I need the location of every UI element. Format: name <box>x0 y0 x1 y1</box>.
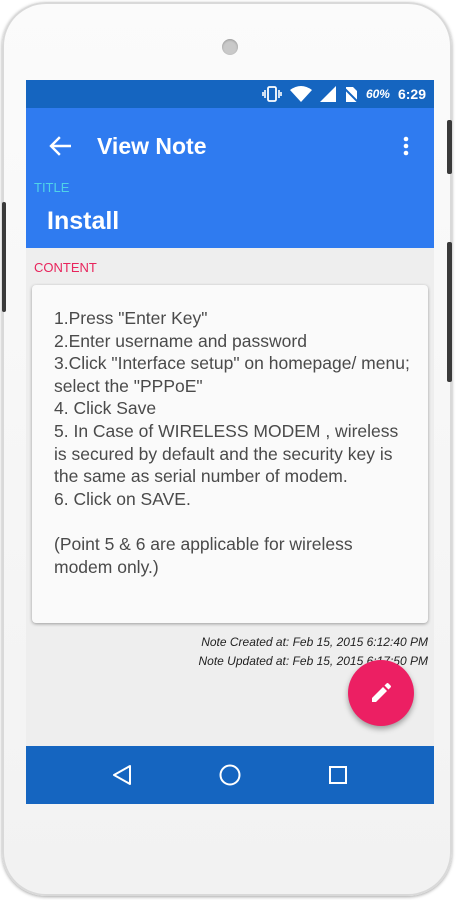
arrow-left-icon <box>49 136 71 156</box>
nav-home-icon <box>219 764 241 786</box>
note-content-card: 1.Press "Enter Key" 2.Enter username and… <box>32 285 428 623</box>
screen: 60% 6:29 View Note TITLE Install CONTENT… <box>26 80 434 804</box>
note-content: 1.Press "Enter Key" 2.Enter username and… <box>54 308 410 577</box>
status-bar: 60% 6:29 <box>26 80 434 108</box>
nav-recent-button[interactable] <box>322 759 354 791</box>
volume-rocker <box>447 242 452 382</box>
wifi-icon <box>289 85 312 103</box>
camera-icon <box>222 39 238 55</box>
power-button <box>447 120 452 174</box>
nav-home-button[interactable] <box>214 759 246 791</box>
more-vert-icon <box>403 136 409 156</box>
app-bar: View Note TITLE Install <box>26 108 434 248</box>
title-label: TITLE <box>34 180 70 195</box>
clock: 6:29 <box>397 86 426 102</box>
note-created-timestamp: Note Created at: Feb 15, 2015 6:12:40 PM <box>201 635 428 649</box>
content-label: CONTENT <box>34 260 97 275</box>
phone-frame: 60% 6:29 View Note TITLE Install CONTENT… <box>2 2 452 896</box>
note-title: Install <box>47 207 120 235</box>
navigation-bar <box>26 746 434 804</box>
vibrate-icon <box>262 85 282 103</box>
back-button[interactable] <box>44 132 76 160</box>
edit-note-button[interactable] <box>348 660 414 726</box>
nav-recent-icon <box>329 766 347 784</box>
battery-percent: 60% <box>365 87 390 101</box>
overflow-menu-button[interactable] <box>396 132 416 160</box>
page-title: View Note <box>97 133 207 159</box>
edit-pencil-icon <box>372 683 391 702</box>
volume-button <box>2 202 6 312</box>
nav-back-button[interactable] <box>106 759 138 791</box>
no-sim-icon <box>343 86 358 103</box>
nav-back-icon <box>113 765 131 785</box>
signal-icon <box>319 86 336 102</box>
